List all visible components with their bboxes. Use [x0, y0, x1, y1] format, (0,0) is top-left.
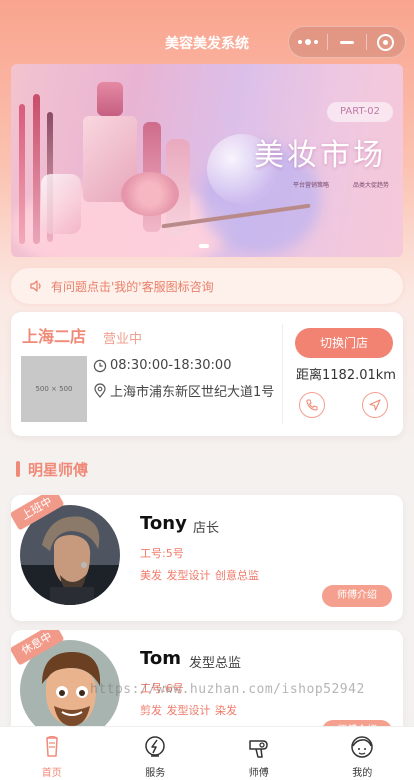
navigation-arrow-icon	[369, 399, 381, 411]
tab-label: 我的	[352, 768, 373, 779]
master-id: 工号:5号	[140, 547, 184, 560]
store-hours: 08:30:00-18:30:00	[110, 358, 232, 373]
store-address: 上海市浦东新区世纪大道1号	[110, 385, 275, 400]
brush-illustration	[19, 104, 25, 244]
banner-subtitle-right: 品类大促趋势	[353, 182, 390, 189]
minus-icon	[339, 40, 354, 44]
tab-home[interactable]: 首页	[0, 727, 104, 780]
banner-indicator	[199, 244, 209, 248]
master-name: Tom	[140, 648, 182, 669]
notice-bar[interactable]: 有问题点击'我的'客服图标咨询	[11, 268, 403, 304]
brush-illustration	[33, 94, 40, 244]
service-icon	[145, 736, 165, 757]
speaker-icon	[30, 280, 41, 292]
tab-masters[interactable]: 师傅	[207, 727, 311, 780]
compact-illustration	[121, 172, 179, 216]
store-image-placeholder: 500 × 500	[35, 385, 73, 393]
watermark: https://www.huzhan.com/ishop52942	[90, 682, 365, 697]
store-divider	[282, 324, 283, 424]
store-hours-row: 08:30:00-18:30:00	[93, 358, 231, 373]
master-card[interactable]: 上班中 Tony 店长 工号:5号 美发 发型设计 创意总监 师傅介绍	[11, 495, 403, 621]
home-icon	[46, 735, 58, 757]
hairdryer-icon	[249, 740, 268, 758]
cap-illustration	[97, 82, 123, 116]
master-skills: 美发 发型设计 创意总监	[140, 569, 259, 582]
tab-label: 服务	[145, 768, 166, 779]
store-card: 上海二店 营业中 500 × 500 08:30:00-18:30:00 上海市…	[11, 312, 403, 436]
notice-text: 有问题点击'我的'客服图标咨询	[51, 279, 214, 294]
banner-subtitle-left: 平台营销策略	[293, 182, 330, 189]
target-icon	[377, 33, 395, 51]
master-intro-button[interactable]: 师傅介绍	[322, 585, 392, 607]
mini-program-capsule	[288, 26, 406, 58]
store-status: 营业中	[103, 332, 143, 347]
perfume-bottle-illustration	[41, 174, 81, 234]
store-distance: 距离1182.01km	[296, 368, 396, 383]
promo-banner[interactable]: PART-02 美妆市场 平台营销策略 品类大促趋势	[11, 64, 403, 257]
location-pin-icon	[94, 383, 106, 398]
banner-tag: PART-02	[327, 102, 393, 122]
tab-profile[interactable]: 我的	[311, 727, 414, 780]
tab-label: 师傅	[248, 768, 269, 779]
call-button[interactable]	[299, 392, 325, 418]
close-button[interactable]	[367, 26, 405, 58]
tab-service[interactable]: 服务	[104, 727, 208, 780]
phone-icon	[306, 399, 318, 411]
navigate-button[interactable]	[362, 392, 388, 418]
section-title: 明星师傅	[16, 459, 88, 479]
profile-icon	[351, 736, 373, 758]
master-name: Tony	[140, 513, 187, 534]
more-button[interactable]	[289, 26, 327, 58]
store-address-row: 上海市浦东新区世纪大道1号	[93, 381, 274, 400]
store-image: 500 × 500	[21, 356, 87, 422]
master-title: 发型总监	[189, 656, 242, 671]
clock-icon	[93, 359, 107, 372]
minimize-button[interactable]	[328, 26, 366, 58]
more-dots-icon	[298, 39, 318, 45]
banner-title: 美妆市场	[254, 138, 386, 173]
switch-store-button[interactable]: 切换门店	[295, 328, 393, 358]
master-skills: 剪发 发型设计 染发	[140, 704, 237, 717]
tab-bar: 首页 服务 师傅 我的	[0, 726, 414, 780]
store-name: 上海二店	[22, 327, 87, 346]
master-title: 店长	[193, 521, 220, 536]
tab-label: 首页	[41, 768, 62, 779]
